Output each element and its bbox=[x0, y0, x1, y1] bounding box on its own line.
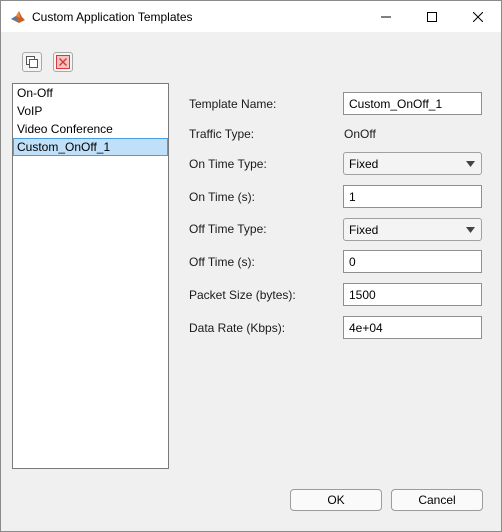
data-rate-label: Data Rate (Kbps): bbox=[189, 321, 286, 335]
close-button[interactable] bbox=[455, 1, 501, 32]
templates-list[interactable]: On-Off VoIP Video Conference Custom_OnOf… bbox=[12, 83, 169, 469]
off-time-type-value: Fixed bbox=[349, 223, 379, 237]
template-name-input[interactable] bbox=[343, 92, 482, 115]
minimize-button[interactable] bbox=[363, 1, 409, 32]
window-title: Custom Application Templates bbox=[32, 10, 193, 24]
off-time-input[interactable] bbox=[343, 250, 482, 273]
minimize-icon bbox=[381, 16, 391, 17]
list-item-voip[interactable]: VoIP bbox=[13, 102, 168, 120]
on-time-type-dropdown[interactable]: Fixed bbox=[343, 152, 482, 175]
data-rate-input[interactable] bbox=[343, 316, 482, 339]
title-bar: Custom Application Templates bbox=[1, 1, 501, 32]
copy-icon bbox=[26, 56, 38, 68]
chevron-down-icon bbox=[466, 227, 475, 233]
on-time-label: On Time (s): bbox=[189, 190, 256, 204]
custom-application-templates-window: Custom Application Templates On-Off VoIP… bbox=[0, 0, 502, 532]
close-icon bbox=[473, 11, 483, 22]
list-item-video-conference[interactable]: Video Conference bbox=[13, 120, 168, 138]
on-time-type-label: On Time Type: bbox=[189, 157, 267, 171]
off-time-type-dropdown[interactable]: Fixed bbox=[343, 218, 482, 241]
list-item-custom-onoff-1[interactable]: Custom_OnOff_1 bbox=[13, 138, 168, 156]
traffic-type-label: Traffic Type: bbox=[189, 127, 255, 141]
maximize-button[interactable] bbox=[409, 1, 455, 32]
copy-template-button[interactable] bbox=[22, 52, 42, 72]
packet-size-input[interactable] bbox=[343, 283, 482, 306]
ok-button[interactable]: OK bbox=[290, 489, 382, 511]
on-time-type-value: Fixed bbox=[349, 157, 379, 171]
chevron-down-icon bbox=[466, 161, 475, 167]
delete-icon bbox=[56, 55, 70, 69]
list-item-on-off[interactable]: On-Off bbox=[13, 84, 168, 102]
on-time-input[interactable] bbox=[343, 185, 482, 208]
traffic-type-value: OnOff bbox=[344, 127, 376, 141]
off-time-type-label: Off Time Type: bbox=[189, 222, 267, 236]
delete-template-button[interactable] bbox=[53, 52, 73, 72]
matlab-app-icon bbox=[10, 9, 26, 25]
packet-size-label: Packet Size (bytes): bbox=[189, 288, 296, 302]
maximize-icon bbox=[427, 11, 437, 22]
template-name-label: Template Name: bbox=[189, 97, 277, 111]
off-time-label: Off Time (s): bbox=[189, 255, 255, 269]
cancel-button[interactable]: Cancel bbox=[391, 489, 483, 511]
